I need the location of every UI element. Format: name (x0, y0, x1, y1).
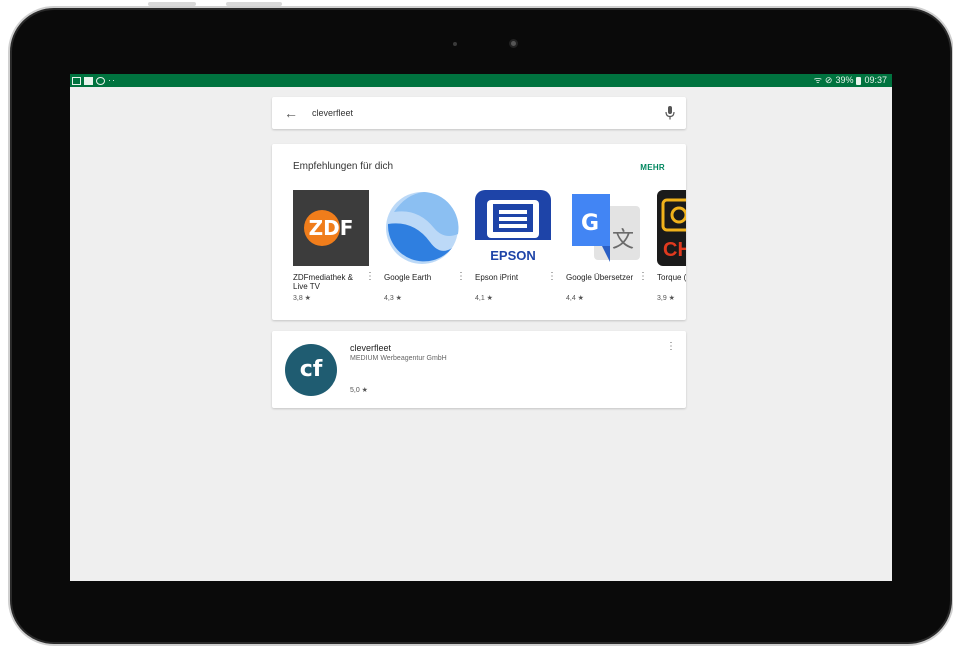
recommendations-card: Empfehlungen für dich MEHR ZDF ZDFmediat… (272, 144, 686, 320)
front-camera (509, 39, 518, 48)
status-bar-system: ᯤ ⊘ 39% 09:37 (814, 74, 887, 87)
sync-icon (96, 76, 105, 85)
app-rating: 4,3 ★ (384, 295, 402, 302)
app-overflow-menu-icon[interactable]: ⋮ (365, 272, 375, 282)
app-name: Epson iPrint (475, 273, 519, 282)
app-name: ZDFmediathek & Live TV (293, 273, 354, 291)
google-earth-icon (384, 190, 460, 266)
power-button (226, 2, 282, 6)
epson-iprint-icon: EPSON (475, 190, 551, 266)
search-input[interactable] (312, 105, 632, 121)
zdf-icon: ZDF (293, 190, 369, 266)
clock: 09:37 (864, 75, 887, 85)
recommendations-title: Empfehlungen für dich (293, 161, 394, 172)
result-rating: 5,0 ★ (350, 387, 368, 394)
search-result-card[interactable]: cf cleverfleet MEDIUM Werbeagentur GmbH … (272, 331, 686, 408)
app-rating: 3,9 ★ (657, 295, 675, 302)
torque-logo-text: CH (663, 239, 686, 261)
status-bar-notifications: ·· (72, 74, 116, 87)
google-translate-icon: G 文 (566, 190, 642, 266)
result-developer: MEDIUM Werbeagentur GmbH (350, 355, 447, 362)
screen: ·· ᯤ ⊘ 39% 09:37 ← Empfehlungen für dich… (70, 74, 892, 581)
translate-char-text: 文 (612, 228, 634, 253)
app-name: Google Übersetzer (566, 273, 634, 282)
cleverfleet-logo-text: cf (299, 357, 323, 382)
search-bar: ← (272, 97, 686, 129)
more-notifications-icon: ·· (108, 75, 116, 85)
app-overflow-menu-icon[interactable]: ⋮ (547, 272, 557, 282)
epson-logo-text: EPSON (490, 248, 536, 263)
image-icon (72, 76, 81, 85)
torque-icon: CH (657, 190, 686, 266)
battery-percent: 39% (835, 75, 854, 85)
app-rating: 4,4 ★ (566, 295, 584, 302)
light-sensor (453, 42, 457, 46)
more-link[interactable]: MEHR (640, 163, 665, 172)
app-rating: 3,8 ★ (293, 295, 311, 302)
result-overflow-menu-icon[interactable]: ⋮ (666, 342, 676, 352)
zdf-logo-text: ZDF (309, 216, 354, 240)
app-name: Torque (OBD2 & (657, 273, 686, 282)
note-icon (84, 76, 93, 85)
app-name: Google Earth (384, 273, 432, 282)
cleverfleet-app-icon: cf (285, 344, 337, 396)
back-arrow-icon[interactable]: ← (284, 104, 298, 122)
microphone-icon[interactable] (664, 105, 676, 121)
app-overflow-menu-icon[interactable]: ⋮ (456, 272, 466, 282)
result-app-name: cleverfleet (350, 343, 392, 353)
do-not-disturb-icon: ⊘ (824, 75, 833, 85)
wifi-icon: ᯤ (813, 75, 822, 85)
status-bar: ·· ᯤ ⊘ 39% 09:37 (70, 74, 892, 87)
app-overflow-menu-icon[interactable]: ⋮ (638, 272, 648, 282)
battery-icon (856, 76, 862, 85)
volume-button (148, 2, 196, 6)
translate-g-text: G (581, 211, 599, 236)
app-rating: 4,1 ★ (475, 295, 493, 302)
